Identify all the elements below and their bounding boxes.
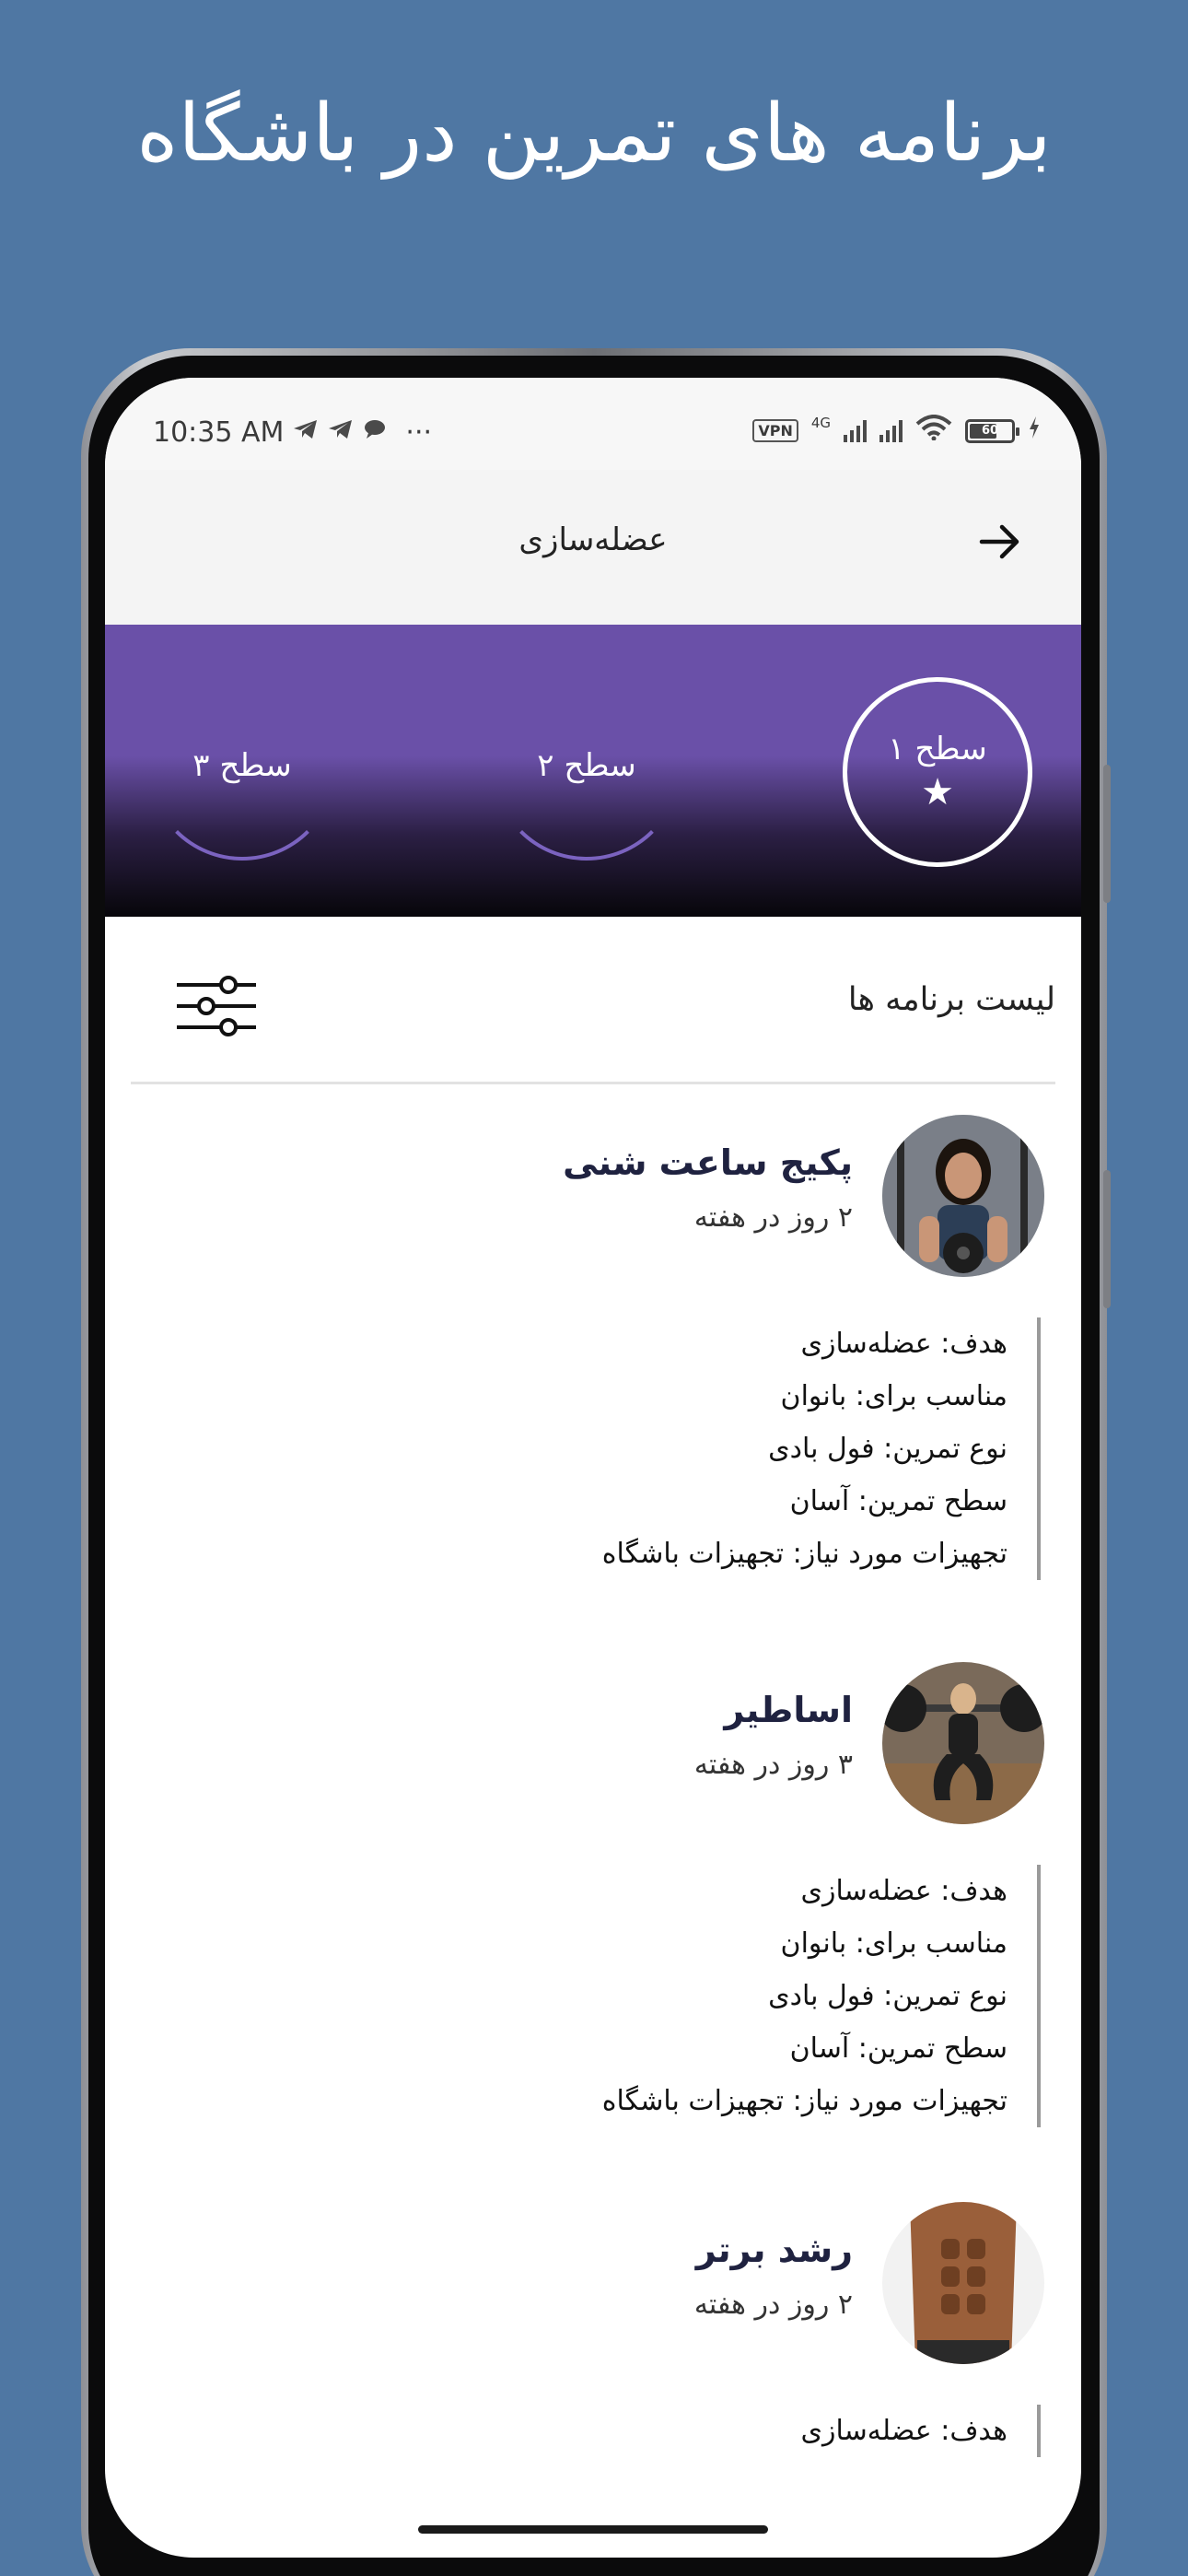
chat-bubble-icon: [363, 418, 387, 447]
program-frequency: ۳ روز در هفته: [693, 1749, 853, 1781]
program-name: اساطیر: [724, 1690, 853, 1730]
page: برنامه های تمرین در باشگاه 10:35 AM ···: [0, 0, 1188, 2576]
detail-goal: هدف: عضله‌سازی: [800, 1875, 1008, 1907]
detail-equipment: تجهیزات مورد نیاز: تجهیزات باشگاه: [601, 2085, 1007, 2117]
detail-workout-type: نوع تمرین: فول بادی: [768, 1433, 1007, 1465]
level-selector: سطح ۱ ★ سطح ۲ سطح ۳: [105, 625, 1081, 917]
status-time: 10:35 AM: [153, 416, 285, 449]
program-name: رشد برتر: [695, 2230, 853, 2270]
volume-button: [1103, 765, 1111, 903]
detail-goal: هدف: عضله‌سازی: [800, 1328, 1008, 1360]
network-type: 4G: [810, 415, 831, 431]
level-3-button[interactable]: سطح ۳: [147, 671, 337, 861]
program-name: پکیج ساعت شنی: [563, 1142, 853, 1183]
signal-icon: [879, 419, 903, 442]
detail-equipment: تجهیزات مورد نیاز: تجهیزات باشگاه: [601, 1538, 1007, 1570]
level-1-label: سطح ۱: [888, 731, 987, 767]
battery-level: 60: [981, 423, 999, 438]
list-title: لیست برنامه ها: [847, 981, 1055, 1018]
program-avatar: [882, 2202, 1044, 2364]
detail-suitable-for: مناسب برای: بانوان: [780, 1380, 1007, 1412]
more-notifications-icon: ···: [405, 416, 433, 449]
phone-screen: 10:35 AM ··· VPN 4G: [105, 378, 1081, 2558]
divider: [131, 1082, 1055, 1084]
detail-workout-type: نوع تمرین: فول بادی: [768, 1980, 1007, 2012]
wifi-icon: [915, 415, 952, 447]
list-header: لیست برنامه ها: [131, 917, 1055, 1083]
promo-headline: برنامه های تمرین در باشگاه: [136, 88, 1052, 180]
status-bar: 10:35 AM ··· VPN 4G 60: [105, 378, 1081, 470]
program-avatar: [882, 1662, 1044, 1824]
power-button: [1103, 1170, 1111, 1308]
level-2-label: سطح ۲: [537, 747, 636, 784]
detail-suitable-for: مناسب برای: بانوان: [780, 1927, 1007, 1960]
program-avatar: [882, 1115, 1044, 1277]
home-indicator[interactable]: [418, 2525, 768, 2534]
program-frequency: ۲ روز در هفته: [693, 1201, 853, 1234]
program-card[interactable]: پکیج ساعت شنی ۲ روز در هفته هدف: عضله‌سا…: [131, 1115, 1055, 1580]
detail-level: سطح تمرین: آسان: [789, 2032, 1007, 2065]
battery-icon: 60: [965, 418, 1019, 443]
program-details: هدف: عضله‌سازی مناسب برای: بانوان نوع تم…: [602, 1317, 1041, 1580]
charging-icon: [1028, 416, 1041, 446]
program-frequency: ۲ روز در هفته: [693, 2289, 853, 2321]
back-arrow-icon[interactable]: [974, 516, 1026, 568]
detail-level: سطح تمرین: آسان: [789, 1485, 1007, 1517]
vpn-icon: VPN: [752, 419, 798, 442]
detail-goal: هدف: عضله‌سازی: [800, 2415, 1008, 2447]
page-title: عضله‌سازی: [518, 521, 668, 558]
program-card[interactable]: اساطیر ۳ روز در هفته هدف: عضله‌سازی مناس…: [131, 1662, 1055, 2127]
telegram-icon: [328, 418, 354, 447]
program-card[interactable]: رشد برتر ۲ روز در هفته هدف: عضله‌سازی: [131, 2202, 1055, 2558]
level-2-button[interactable]: سطح ۲: [492, 671, 681, 861]
signal-icon: [844, 419, 867, 442]
program-details: هدف: عضله‌سازی مناسب برای: بانوان نوع تم…: [602, 1865, 1041, 2127]
program-details: هدف: عضله‌سازی: [800, 2405, 1041, 2457]
app-bar: عضله‌سازی: [105, 470, 1081, 625]
filter-sliders-icon[interactable]: [175, 974, 258, 1038]
level-3-label: سطح ۳: [192, 747, 292, 784]
level-1-button[interactable]: سطح ۱ ★: [843, 677, 1032, 867]
star-icon: ★: [921, 771, 954, 814]
telegram-icon: [293, 418, 319, 447]
